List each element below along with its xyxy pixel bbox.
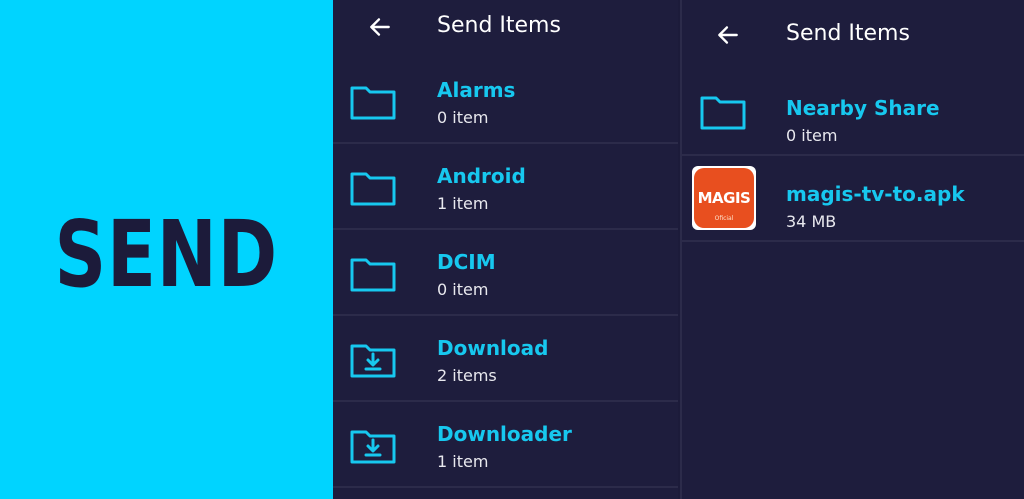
item-name: DCIM <box>437 250 496 274</box>
folder-icon <box>350 86 396 120</box>
item-count: 1 item <box>437 452 489 471</box>
send-banner: SEND <box>0 0 333 499</box>
back-arrow-icon[interactable] <box>715 22 741 48</box>
apk-logo: MAGIS Oficial <box>694 168 754 228</box>
apk-app-icon: MAGIS Oficial <box>692 166 756 230</box>
list-item-alarms[interactable]: Alarms 0 item <box>333 58 678 144</box>
apk-logo-subtext: Oficial <box>714 215 734 222</box>
item-name: Nearby Share <box>786 96 940 120</box>
page-title: Send Items <box>437 13 561 38</box>
list-item-nearby-share[interactable]: Nearby Share 0 item <box>682 70 1024 156</box>
send-items-panel-left: Send Items Alarms 0 item Android 1 item … <box>333 0 678 499</box>
item-name: magis-tv-to.apk <box>786 182 965 206</box>
download-folder-icon <box>350 344 396 378</box>
item-count: 2 items <box>437 366 497 385</box>
item-count: 0 item <box>437 280 489 299</box>
folder-icon <box>350 172 396 206</box>
list-item-apk-file[interactable]: MAGIS Oficial magis-tv-to.apk 34 MB <box>682 156 1024 242</box>
back-arrow-icon[interactable] <box>367 14 393 40</box>
folder-icon <box>350 258 396 292</box>
send-items-panel-right: Send Items Nearby Share 0 item MAGIS Ofi… <box>680 0 1024 499</box>
item-name: Android <box>437 164 526 188</box>
item-count: 1 item <box>437 194 489 213</box>
page-title: Send Items <box>786 21 910 46</box>
app-bar: Send Items <box>333 0 678 58</box>
item-count: 0 item <box>437 108 489 127</box>
item-name: Downloader <box>437 422 572 446</box>
item-count: 0 item <box>786 126 838 145</box>
list-item-android[interactable]: Android 1 item <box>333 144 678 230</box>
list-item-download[interactable]: Download 2 items <box>333 316 678 402</box>
list-item-downloader[interactable]: Downloader 1 item <box>333 402 678 488</box>
file-size: 34 MB <box>786 212 837 231</box>
banner-title: SEND <box>54 201 279 308</box>
list-item-dcim[interactable]: DCIM 0 item <box>333 230 678 316</box>
app-bar: Send Items <box>682 0 1024 70</box>
download-folder-icon <box>350 430 396 464</box>
item-name: Download <box>437 336 549 360</box>
apk-logo-text: MAGIS <box>697 189 751 207</box>
item-name: Alarms <box>437 78 516 102</box>
folder-icon <box>700 96 746 130</box>
